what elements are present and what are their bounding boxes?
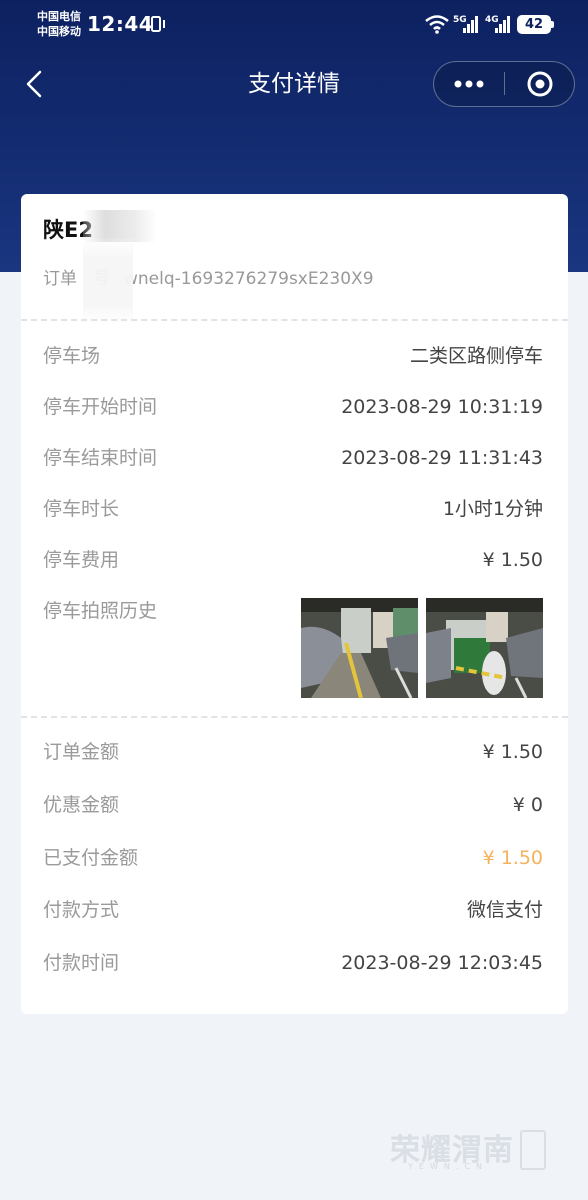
duration-value: 1小时1分钟 [442,498,543,520]
parking-lot-row: 停车场 二类区路侧停车 [43,341,543,371]
discount-value: ¥ 0 [512,794,543,816]
signal-5g-icon: 5G [453,15,478,33]
end-time-value: 2023-08-29 11:31:43 [341,447,543,469]
close-target-icon [527,71,552,96]
battery-cap [551,21,554,28]
payment-method-value: 微信支付 [466,899,543,921]
payment-method-row: 付款方式 微信支付 [43,895,543,925]
mini-program-capsule [433,61,575,107]
end-time-row: 停车结束时间 2023-08-29 11:31:43 [43,443,543,473]
order-number-value: wnelq-1693276279sxE230X9 [124,269,374,289]
parking-lot-label: 停车场 [43,345,101,367]
parking-photo-2[interactable] [426,598,543,698]
discount-row: 优惠金额 ¥ 0 [43,790,543,820]
watermark-sub: YEWN.CN [408,1162,488,1171]
order-amount-value: ¥ 1.50 [482,741,543,763]
order-amount-label: 订单金额 [43,741,120,763]
fee-row: 停车费用 ¥ 1.50 [43,545,543,575]
parking-photo-1[interactable] [301,598,418,698]
fee-value: ¥ 1.50 [482,549,543,571]
start-time-row: 停车开始时间 2023-08-29 10:31:19 [43,392,543,422]
order-number-label: 订单 [43,269,77,289]
more-button[interactable] [434,62,504,105]
photos-label: 停车拍照历史 [43,600,158,622]
fee-label: 停车费用 [43,549,120,571]
carrier-names: 中国电信 中国移动 [37,9,81,39]
discount-label: 优惠金额 [43,794,120,816]
payment-time-row: 付款时间 2023-08-29 12:03:45 [43,948,543,978]
status-bar: 中国电信 中国移动 12:44 5G 4G 42 [0,0,588,48]
payment-time-value: 2023-08-29 12:03:45 [341,952,543,974]
net-label-5g: 5G [453,15,467,25]
signal-4g-icon: 4G [485,15,510,33]
duration-row: 停车时长 1小时1分钟 [43,494,543,524]
divider-1 [21,319,568,321]
paid-amount-label: 已支付金额 [43,847,139,869]
divider-2 [21,716,568,718]
more-dots-icon [454,80,484,87]
carrier-2: 中国移动 [37,25,81,38]
end-time-label: 停车结束时间 [43,447,158,469]
duration-label: 停车时长 [43,498,120,520]
vibrate-icon [147,16,165,32]
battery-icon: 42 [517,15,551,34]
payment-time-label: 付款时间 [43,952,120,974]
order-redaction [83,238,133,324]
start-time-value: 2023-08-29 10:31:19 [341,396,543,418]
close-button[interactable] [505,62,574,105]
order-amount-row: 订单金额 ¥ 1.50 [43,737,543,767]
payment-method-label: 付款方式 [43,899,120,921]
paid-amount-value: ¥ 1.50 [482,847,543,869]
start-time-label: 停车开始时间 [43,396,158,418]
paid-amount-row: 已支付金额 ¥ 1.50 [43,843,543,873]
status-time: 12:44 [87,12,154,36]
carrier-1: 中国电信 [37,10,81,23]
net-label-4g: 4G [485,15,499,25]
payment-detail-card: 陕E2 订单号wnelq-1693276279sxE230X9 停车场 二类区路… [21,194,568,1014]
parking-lot-value: 二类区路侧停车 [409,345,543,367]
watermark-icon [520,1130,546,1170]
parking-photos [301,598,543,698]
wifi-icon [425,15,449,34]
